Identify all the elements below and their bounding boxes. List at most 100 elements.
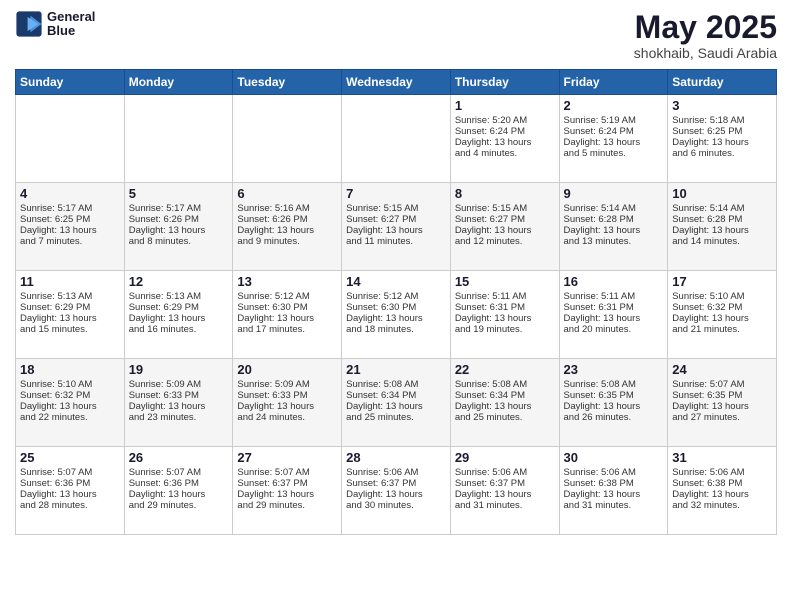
cell-content: Daylight: 13 hours: [455, 401, 555, 412]
cell-content: and 12 minutes.: [455, 236, 555, 247]
cell-content: Sunset: 6:36 PM: [129, 478, 229, 489]
cell-content: Daylight: 13 hours: [672, 313, 772, 324]
calendar-week: 4Sunrise: 5:17 AMSunset: 6:25 PMDaylight…: [16, 183, 777, 271]
cell-content: and 22 minutes.: [20, 412, 120, 423]
cell-content: Sunrise: 5:06 AM: [564, 467, 664, 478]
cell-content: and 29 minutes.: [129, 500, 229, 511]
day-number: 11: [20, 274, 120, 289]
cell-content: Daylight: 13 hours: [129, 489, 229, 500]
cell-content: Sunset: 6:29 PM: [20, 302, 120, 313]
logo: General Blue: [15, 10, 95, 39]
cell-content: Sunrise: 5:09 AM: [237, 379, 337, 390]
cell-content: Sunrise: 5:16 AM: [237, 203, 337, 214]
calendar-cell: 28Sunrise: 5:06 AMSunset: 6:37 PMDayligh…: [342, 447, 451, 535]
calendar-cell: [16, 95, 125, 183]
weekday-header: Tuesday: [233, 70, 342, 95]
calendar: SundayMondayTuesdayWednesdayThursdayFrid…: [15, 69, 777, 535]
cell-content: and 31 minutes.: [455, 500, 555, 511]
cell-content: Daylight: 13 hours: [564, 401, 664, 412]
weekday-header: Sunday: [16, 70, 125, 95]
cell-content: Sunrise: 5:11 AM: [455, 291, 555, 302]
cell-content: Daylight: 13 hours: [346, 225, 446, 236]
calendar-cell: 26Sunrise: 5:07 AMSunset: 6:36 PMDayligh…: [124, 447, 233, 535]
day-number: 30: [564, 450, 664, 465]
calendar-cell: 6Sunrise: 5:16 AMSunset: 6:26 PMDaylight…: [233, 183, 342, 271]
day-number: 17: [672, 274, 772, 289]
cell-content: Daylight: 13 hours: [20, 225, 120, 236]
cell-content: Sunrise: 5:13 AM: [129, 291, 229, 302]
day-number: 20: [237, 362, 337, 377]
cell-content: Sunset: 6:38 PM: [672, 478, 772, 489]
calendar-cell: 10Sunrise: 5:14 AMSunset: 6:28 PMDayligh…: [668, 183, 777, 271]
cell-content: Sunset: 6:24 PM: [455, 126, 555, 137]
weekday-header: Thursday: [450, 70, 559, 95]
cell-content: Sunrise: 5:18 AM: [672, 115, 772, 126]
cell-content: Sunrise: 5:19 AM: [564, 115, 664, 126]
day-number: 13: [237, 274, 337, 289]
cell-content: Daylight: 13 hours: [564, 225, 664, 236]
cell-content: Sunrise: 5:12 AM: [237, 291, 337, 302]
title-block: May 2025 shokhaib, Saudi Arabia: [634, 10, 777, 61]
cell-content: and 30 minutes.: [346, 500, 446, 511]
calendar-cell: 4Sunrise: 5:17 AMSunset: 6:25 PMDaylight…: [16, 183, 125, 271]
cell-content: and 25 minutes.: [346, 412, 446, 423]
cell-content: Daylight: 13 hours: [20, 401, 120, 412]
cell-content: Sunset: 6:30 PM: [346, 302, 446, 313]
cell-content: Sunset: 6:26 PM: [237, 214, 337, 225]
calendar-week: 18Sunrise: 5:10 AMSunset: 6:32 PMDayligh…: [16, 359, 777, 447]
cell-content: Daylight: 13 hours: [346, 401, 446, 412]
cell-content: Sunset: 6:34 PM: [346, 390, 446, 401]
cell-content: and 23 minutes.: [129, 412, 229, 423]
cell-content: Daylight: 13 hours: [20, 313, 120, 324]
calendar-cell: 17Sunrise: 5:10 AMSunset: 6:32 PMDayligh…: [668, 271, 777, 359]
cell-content: and 6 minutes.: [672, 148, 772, 159]
calendar-cell: 13Sunrise: 5:12 AMSunset: 6:30 PMDayligh…: [233, 271, 342, 359]
cell-content: Daylight: 13 hours: [455, 225, 555, 236]
cell-content: Sunrise: 5:10 AM: [672, 291, 772, 302]
cell-content: Daylight: 13 hours: [672, 225, 772, 236]
day-number: 21: [346, 362, 446, 377]
cell-content: Sunset: 6:31 PM: [564, 302, 664, 313]
cell-content: Daylight: 13 hours: [346, 489, 446, 500]
cell-content: Sunrise: 5:15 AM: [455, 203, 555, 214]
calendar-cell: 31Sunrise: 5:06 AMSunset: 6:38 PMDayligh…: [668, 447, 777, 535]
day-number: 6: [237, 186, 337, 201]
weekday-header: Friday: [559, 70, 668, 95]
day-number: 15: [455, 274, 555, 289]
cell-content: Sunrise: 5:08 AM: [455, 379, 555, 390]
cell-content: Sunrise: 5:11 AM: [564, 291, 664, 302]
day-number: 26: [129, 450, 229, 465]
cell-content: Sunrise: 5:06 AM: [346, 467, 446, 478]
subtitle: shokhaib, Saudi Arabia: [634, 45, 777, 61]
day-number: 12: [129, 274, 229, 289]
cell-content: and 11 minutes.: [346, 236, 446, 247]
calendar-cell: 1Sunrise: 5:20 AMSunset: 6:24 PMDaylight…: [450, 95, 559, 183]
day-number: 10: [672, 186, 772, 201]
calendar-cell: 3Sunrise: 5:18 AMSunset: 6:25 PMDaylight…: [668, 95, 777, 183]
cell-content: Daylight: 13 hours: [20, 489, 120, 500]
calendar-cell: 9Sunrise: 5:14 AMSunset: 6:28 PMDaylight…: [559, 183, 668, 271]
day-number: 5: [129, 186, 229, 201]
cell-content: Sunset: 6:35 PM: [564, 390, 664, 401]
calendar-cell: 15Sunrise: 5:11 AMSunset: 6:31 PMDayligh…: [450, 271, 559, 359]
calendar-cell: 2Sunrise: 5:19 AMSunset: 6:24 PMDaylight…: [559, 95, 668, 183]
day-number: 7: [346, 186, 446, 201]
cell-content: Sunrise: 5:07 AM: [20, 467, 120, 478]
weekday-header: Wednesday: [342, 70, 451, 95]
header: General Blue May 2025 shokhaib, Saudi Ar…: [15, 10, 777, 61]
calendar-week: 25Sunrise: 5:07 AMSunset: 6:36 PMDayligh…: [16, 447, 777, 535]
cell-content: Sunset: 6:37 PM: [237, 478, 337, 489]
cell-content: Sunset: 6:27 PM: [455, 214, 555, 225]
cell-content: Sunset: 6:31 PM: [455, 302, 555, 313]
calendar-cell: [233, 95, 342, 183]
cell-content: Daylight: 13 hours: [129, 401, 229, 412]
main-title: May 2025: [634, 10, 777, 45]
day-number: 25: [20, 450, 120, 465]
cell-content: Sunrise: 5:10 AM: [20, 379, 120, 390]
cell-content: and 5 minutes.: [564, 148, 664, 159]
weekday-header: Monday: [124, 70, 233, 95]
calendar-cell: 14Sunrise: 5:12 AMSunset: 6:30 PMDayligh…: [342, 271, 451, 359]
cell-content: and 28 minutes.: [20, 500, 120, 511]
cell-content: Sunrise: 5:06 AM: [672, 467, 772, 478]
calendar-cell: 5Sunrise: 5:17 AMSunset: 6:26 PMDaylight…: [124, 183, 233, 271]
